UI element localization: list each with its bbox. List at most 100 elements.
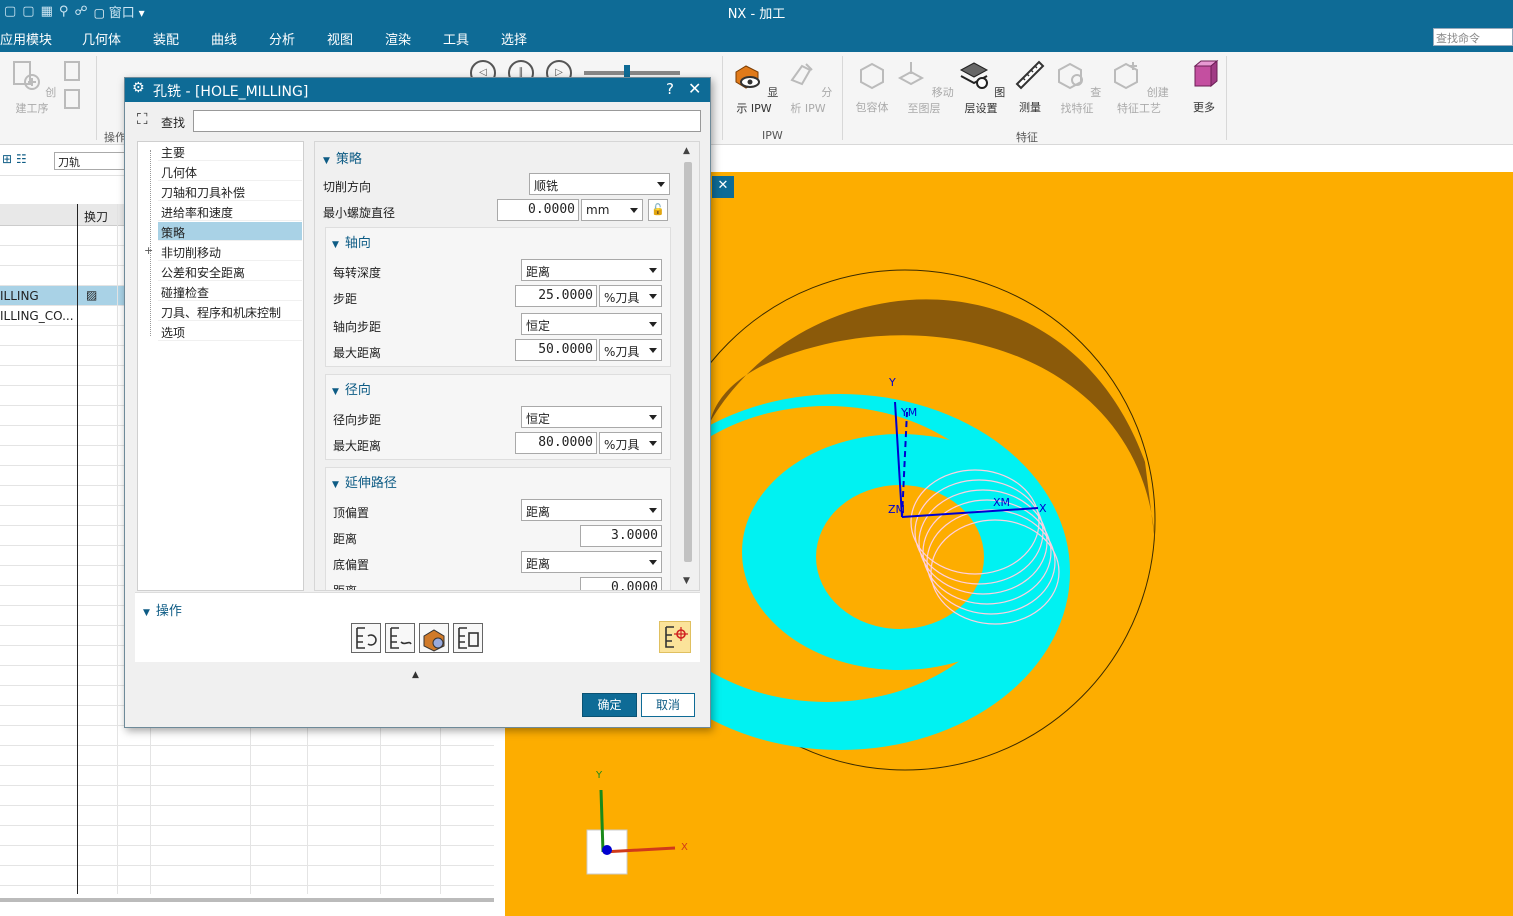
top-distance-field[interactable]: 3.0000 <box>580 525 662 547</box>
depth-per-rev-select[interactable]: 距离 <box>521 259 662 281</box>
bounding-body-button[interactable]: 包容体 <box>848 58 896 115</box>
chevron-down-icon <box>657 182 665 187</box>
view-triad: Y X <box>586 770 688 875</box>
section-radial[interactable]: ▼ 径向 <box>332 379 371 398</box>
column-toolchange[interactable]: 换刀 <box>84 208 108 225</box>
axis-label: XM <box>993 496 1010 509</box>
help-button[interactable]: ? <box>666 80 674 98</box>
section-axial-title: 轴向 <box>344 236 371 251</box>
measure-button[interactable]: 测量 <box>1008 58 1052 115</box>
section-extend-title: 延伸路径 <box>344 476 397 491</box>
bottom-offset-select[interactable]: 距离 <box>521 551 662 573</box>
menu-applications[interactable]: 应用模块 <box>0 29 52 48</box>
min-helix-diameter-field[interactable]: 0.0000 <box>497 199 579 221</box>
verify-button[interactable] <box>419 623 449 653</box>
filter-icon[interactable]: ⊞ <box>2 152 12 166</box>
columns-icon[interactable]: ☷ <box>16 152 27 166</box>
tree-node-tolerance[interactable]: 公差和安全距离 <box>158 262 302 281</box>
list-button[interactable] <box>453 623 483 653</box>
operations-section: ▼ 操作 <box>135 592 700 662</box>
gear-icon[interactable]: ⚙ <box>132 80 145 96</box>
menu-assembly[interactable]: 装配 <box>153 29 179 48</box>
scroll-down-icon[interactable]: ▼ <box>683 576 690 586</box>
strategy-panel: ▼ 策略 切削方向 顺铣 最小螺旋直径 0.0000 mm 🔓 ▼ 轴向 每转深度 … <box>314 141 700 591</box>
section-extend-path[interactable]: ▼ 延伸路径 <box>332 472 397 491</box>
top-offset-select[interactable]: 距离 <box>521 499 662 521</box>
cancel-button[interactable]: 取消 <box>641 693 695 717</box>
menu-render[interactable]: 渲染 <box>385 29 411 48</box>
collapse-icon: ▼ <box>332 480 339 490</box>
step-field[interactable]: 25.0000 <box>515 285 597 307</box>
scroll-up-icon[interactable]: ▲ <box>683 146 690 156</box>
step-unit-select[interactable]: %刀具 <box>599 285 662 307</box>
panel-scrollbar[interactable]: ▲ ▼ <box>680 144 696 590</box>
axis-label: YM <box>900 406 917 419</box>
speed-slider[interactable] <box>584 65 680 81</box>
menu-select[interactable]: 选择 <box>501 29 527 48</box>
replay-button[interactable] <box>385 623 415 653</box>
tree-node-tool-program[interactable]: 刀具、程序和机床控制 <box>158 302 302 321</box>
bottom-distance-field[interactable]: 0.0000 <box>580 577 662 590</box>
graphics-tab-close-icon[interactable]: ✕ <box>712 176 734 198</box>
expand-icon[interactable]: + <box>144 244 153 257</box>
operations-title[interactable]: ▼ 操作 <box>143 600 182 619</box>
tree-node-strategy[interactable]: 策略 <box>158 222 302 241</box>
replay-icon <box>390 627 412 649</box>
generate-button[interactable] <box>351 623 381 653</box>
tree-node-tool-axis[interactable]: 刀轴和刀具补偿 <box>158 182 302 201</box>
navigator-filter-field[interactable]: 刀轨 <box>54 152 126 170</box>
section-axial[interactable]: ▼ 轴向 <box>332 232 371 251</box>
chevron-down-icon <box>649 415 657 420</box>
display-tool-button[interactable] <box>659 621 691 653</box>
axis-label: Y <box>888 376 896 389</box>
analyze-ipw-button[interactable]: 分析 IPW <box>782 58 834 116</box>
find-input[interactable] <box>193 110 701 132</box>
horizontal-scrollbar[interactable] <box>0 898 494 902</box>
tree-node-non-cutting[interactable]: 非切削移动 <box>158 242 302 261</box>
cut-direction-select[interactable]: 顺铣 <box>529 173 670 195</box>
tree-node-options[interactable]: 选项 <box>158 322 302 341</box>
depth-per-rev-label: 每转深度 <box>333 266 382 280</box>
tree-node-feeds[interactable]: 进给率和速度 <box>158 202 302 221</box>
scroll-thumb[interactable] <box>684 162 692 562</box>
axial-group: ▼ 轴向 每转深度 距离 步距 25.0000 %刀具 轴向步距 恒定 最大距离 … <box>325 227 671 367</box>
radial-max-distance-field[interactable]: 80.0000 <box>515 432 597 454</box>
command-search-input[interactable]: 查找命令 <box>1433 28 1513 46</box>
radial-step-select[interactable]: 恒定 <box>521 406 662 428</box>
axial-step-select[interactable]: 恒定 <box>521 313 662 335</box>
ok-button[interactable]: 确定 <box>582 693 637 717</box>
menu-tools[interactable]: 工具 <box>443 29 469 48</box>
tree-node-collision[interactable]: 碰撞检查 <box>158 282 302 301</box>
bottom-distance-label: 距离 <box>333 584 358 591</box>
axial-max-unit-select[interactable]: %刀具 <box>599 339 662 361</box>
find-feature-button[interactable]: 查找特征 <box>1052 58 1102 116</box>
more-button[interactable]: 更多 <box>1184 58 1224 115</box>
menu-view[interactable]: 视图 <box>327 29 353 48</box>
title-bar: ▢ ▢ ▦ ⚲ ☍ ▢ 窗口 ▾ NX - 加工 <box>0 0 1513 22</box>
radial-step-label: 径向步距 <box>333 413 382 427</box>
create-feature-process-button[interactable]: 创建特征工艺 <box>1104 58 1174 116</box>
tree-node-geometry[interactable]: 几何体 <box>158 162 302 181</box>
menu-geometry[interactable]: 几何体 <box>82 29 121 48</box>
radial-max-unit-select[interactable]: %刀具 <box>599 432 662 454</box>
layer-settings-button[interactable]: 图层设置 <box>956 58 1006 116</box>
close-icon[interactable]: ✕ <box>688 79 701 98</box>
top-offset-value: 距离 <box>526 505 551 519</box>
table-row <box>0 826 494 846</box>
section-strategy[interactable]: ▼ 策略 <box>323 148 362 167</box>
menu-curve[interactable]: 曲线 <box>211 29 237 48</box>
tree-node-main[interactable]: 主要 <box>158 142 302 161</box>
operation-name: ILLING_CO... <box>0 309 74 323</box>
min-helix-unit-select[interactable]: mm <box>581 199 643 221</box>
verify-icon <box>423 629 445 652</box>
menu-analysis[interactable]: 分析 <box>269 29 295 48</box>
analyze-ipw-icon <box>790 63 813 86</box>
lock-icon[interactable]: 🔓 <box>648 199 668 221</box>
move-to-layer-button[interactable]: 移动至图层 <box>894 58 954 116</box>
collapse-dialog-icon[interactable]: ▲ <box>412 670 419 680</box>
create-operation-button[interactable]: 创建工序 <box>6 58 58 116</box>
create-program-button[interactable] <box>60 58 90 123</box>
generate-icon <box>356 627 377 649</box>
show-ipw-button[interactable]: 显示 IPW <box>728 58 780 116</box>
axial-max-distance-field[interactable]: 50.0000 <box>515 339 597 361</box>
